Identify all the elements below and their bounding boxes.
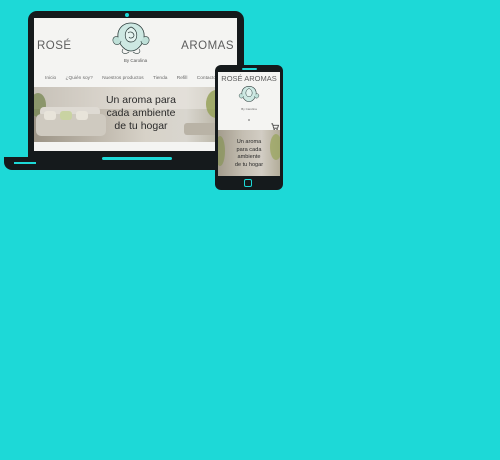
hero-line: Un aroma para [105, 94, 177, 106]
phone-mockup: ROSÉ AROMAS By Carolina Un aroma para ca… [215, 65, 283, 190]
hero-banner: Un aroma para cada ambiente de tu hogar [34, 87, 237, 142]
plant-image [218, 136, 225, 166]
main-nav: Inicio ¿Quién soy? Nuestros productos Ti… [45, 76, 224, 81]
pillow-image [76, 111, 88, 120]
pillow-image [60, 111, 72, 120]
laptop-mockup: ROSÉ AROMAS By Carolina Inicio ¿Quién so… [28, 11, 244, 160]
nav-item-productos[interactable]: Nuestros productos [102, 76, 144, 81]
phone-home-button[interactable] [244, 179, 252, 187]
hero-line: ambiente [237, 154, 261, 161]
logo-caption: By Carolina [123, 58, 148, 63]
phone-hero-headline: Un aroma para cada ambiente de tu hogar [226, 139, 272, 169]
phone-screen: ROSÉ AROMAS By Carolina Un aroma para ca… [218, 72, 280, 176]
hero-line: de tu hogar [114, 120, 168, 132]
hero-line: Un aroma [236, 139, 262, 145]
brand-name-right: AROMAS [181, 40, 234, 52]
rose-logo-icon[interactable] [237, 84, 261, 105]
nav-item-refill[interactable]: Refill [177, 76, 188, 81]
hero-line: de tu hogar [234, 161, 264, 168]
nav-item-tienda[interactable]: Tienda [153, 76, 168, 81]
brand-name-left: ROSÉ [37, 40, 72, 52]
nav-item-quien-soy[interactable]: ¿Quién soy? [66, 76, 93, 81]
phone-logo-caption: By Carolina [241, 107, 257, 111]
menu-dot-icon[interactable] [248, 119, 250, 121]
laptop-hinge-line [102, 157, 172, 160]
laptop-camera [125, 13, 129, 17]
phone-hero-banner: Un aroma para cada ambiente de tu hogar [218, 130, 280, 176]
nav-item-inicio[interactable]: Inicio [45, 76, 56, 81]
phone-speaker [242, 68, 257, 70]
cart-icon[interactable] [271, 116, 279, 131]
hero-line: para cada [236, 146, 262, 153]
laptop-edge-line [14, 162, 36, 164]
laptop-base [4, 157, 245, 170]
phone-brand-name: ROSÉ AROMAS [221, 74, 277, 83]
hero-line: cada ambiente [106, 107, 176, 119]
rose-logo-icon[interactable] [109, 19, 153, 57]
pillow-image [44, 111, 56, 120]
laptop-screen: ROSÉ AROMAS By Carolina Inicio ¿Quién so… [34, 18, 237, 151]
nav-item-contacto[interactable]: Contacto [197, 76, 216, 81]
hero-headline: Un aroma para cada ambiente de tu hogar [91, 94, 191, 133]
